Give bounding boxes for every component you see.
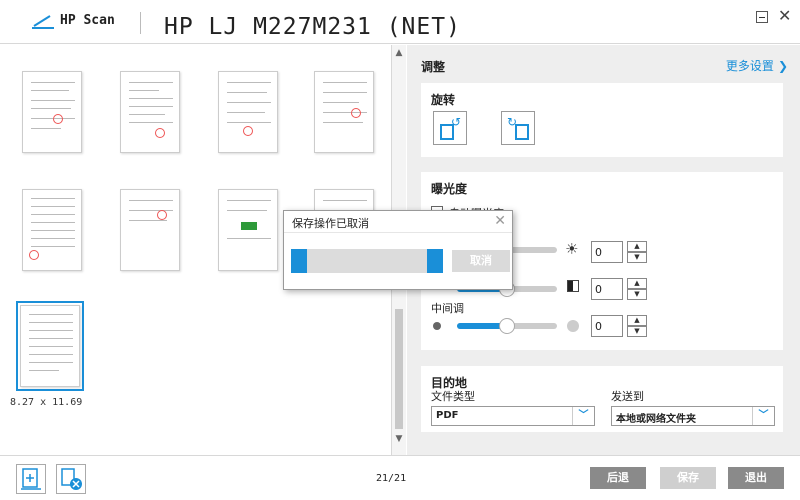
midtone-light-icon [567, 320, 579, 332]
rotate-panel: 旋转 ↺ ↻ [421, 83, 783, 157]
settings-title: 调整 [421, 60, 446, 74]
destination-panel: 目的地 文件类型 发送到 PDF ﹀ 本地或网络文件夹 ﹀ [421, 366, 783, 432]
contrast-input[interactable]: 0 [591, 278, 623, 300]
more-settings-label: 更多设置 [725, 59, 774, 73]
send-to-label: 发送到 [611, 390, 644, 403]
delete-page-icon [61, 468, 82, 490]
dialog-title: 保存操作已取消 [292, 217, 369, 230]
file-type-label: 文件类型 [431, 390, 475, 403]
delete-page-button[interactable] [56, 464, 86, 494]
scroll-down-icon[interactable]: ▼ [392, 433, 406, 445]
more-settings-link[interactable]: 更多设置 ❯ [726, 57, 788, 74]
brightness-up-button[interactable]: ▲ [627, 241, 647, 252]
send-to-value: 本地或网络文件夹 [616, 414, 696, 425]
file-type-value: PDF [436, 410, 459, 421]
send-to-select[interactable]: 本地或网络文件夹 ﹀ [611, 406, 775, 426]
rotate-title: 旋转 [431, 93, 456, 107]
brightness-icon: ☀ [565, 240, 579, 258]
page-thumbnail[interactable] [120, 71, 180, 153]
page-thumbnail[interactable] [218, 189, 278, 271]
rotate-right-button[interactable]: ↻ [501, 111, 535, 145]
scroll-up-icon[interactable]: ▲ [392, 47, 406, 59]
progress-indicator [291, 249, 307, 273]
add-page-icon [21, 468, 41, 490]
chevron-down-icon: ﹀ [572, 407, 594, 425]
midtone-up-button[interactable]: ▲ [627, 315, 647, 326]
chevron-right-icon: ❯ [777, 59, 788, 73]
midtone-down-button[interactable]: ▼ [627, 326, 647, 337]
contrast-icon [567, 280, 579, 292]
add-page-button[interactable] [16, 464, 46, 494]
rotate-left-icon: ↺ [451, 115, 462, 129]
page-thumbnail[interactable] [22, 71, 82, 153]
scrollbar-thumb[interactable] [395, 309, 403, 429]
contrast-down-button[interactable]: ▼ [627, 289, 647, 300]
brightness-down-button[interactable]: ▼ [627, 252, 647, 263]
back-button[interactable]: 后退 [590, 467, 646, 489]
save-button[interactable]: 保存 [660, 467, 716, 489]
app-name: HP Scan [60, 13, 115, 28]
minimize-button[interactable] [756, 11, 768, 23]
contrast-up-button[interactable]: ▲ [627, 278, 647, 289]
hp-scan-logo-icon [32, 15, 54, 29]
brightness-input[interactable]: 0 [591, 241, 623, 263]
progress-indicator [427, 249, 443, 273]
page-count: 21/21 [376, 473, 407, 484]
dialog-close-icon[interactable]: ✕ [494, 213, 506, 229]
dialog-separator [284, 232, 512, 233]
midtone-label: 中间调 [431, 302, 464, 315]
exit-button[interactable]: 退出 [728, 467, 784, 489]
page-thumbnail[interactable] [22, 189, 82, 271]
device-name: HP LJ M227M231 (NET) [164, 14, 461, 40]
page-size-label: 8.27 x 11.69 [10, 397, 83, 408]
close-window-button[interactable]: ✕ [778, 6, 791, 26]
title-separator [140, 12, 141, 34]
exposure-title: 曝光度 [431, 182, 468, 196]
bottom-bar: 21/21 后退 保存 退出 [0, 455, 800, 500]
rotate-right-icon: ↻ [507, 115, 518, 129]
progress-bar [291, 249, 443, 273]
page-thumbnail-selected[interactable] [20, 305, 80, 387]
midtone-slider-knob[interactable] [499, 318, 515, 334]
file-type-select[interactable]: PDF ﹀ [431, 406, 595, 426]
title-bar: HP Scan HP LJ M227M231 (NET) ✕ [0, 0, 800, 44]
page-thumbnail[interactable] [314, 71, 374, 153]
page-thumbnail[interactable] [120, 189, 180, 271]
midtone-input[interactable]: 0 [591, 315, 623, 337]
rotate-left-button[interactable]: ↺ [433, 111, 467, 145]
chevron-down-icon: ﹀ [752, 407, 774, 425]
page-thumbnail[interactable] [218, 71, 278, 153]
dialog-cancel-button[interactable]: 取消 [452, 250, 510, 272]
save-cancelled-dialog: 保存操作已取消 ✕ 取消 [283, 210, 513, 290]
midtone-dark-icon [433, 322, 441, 330]
